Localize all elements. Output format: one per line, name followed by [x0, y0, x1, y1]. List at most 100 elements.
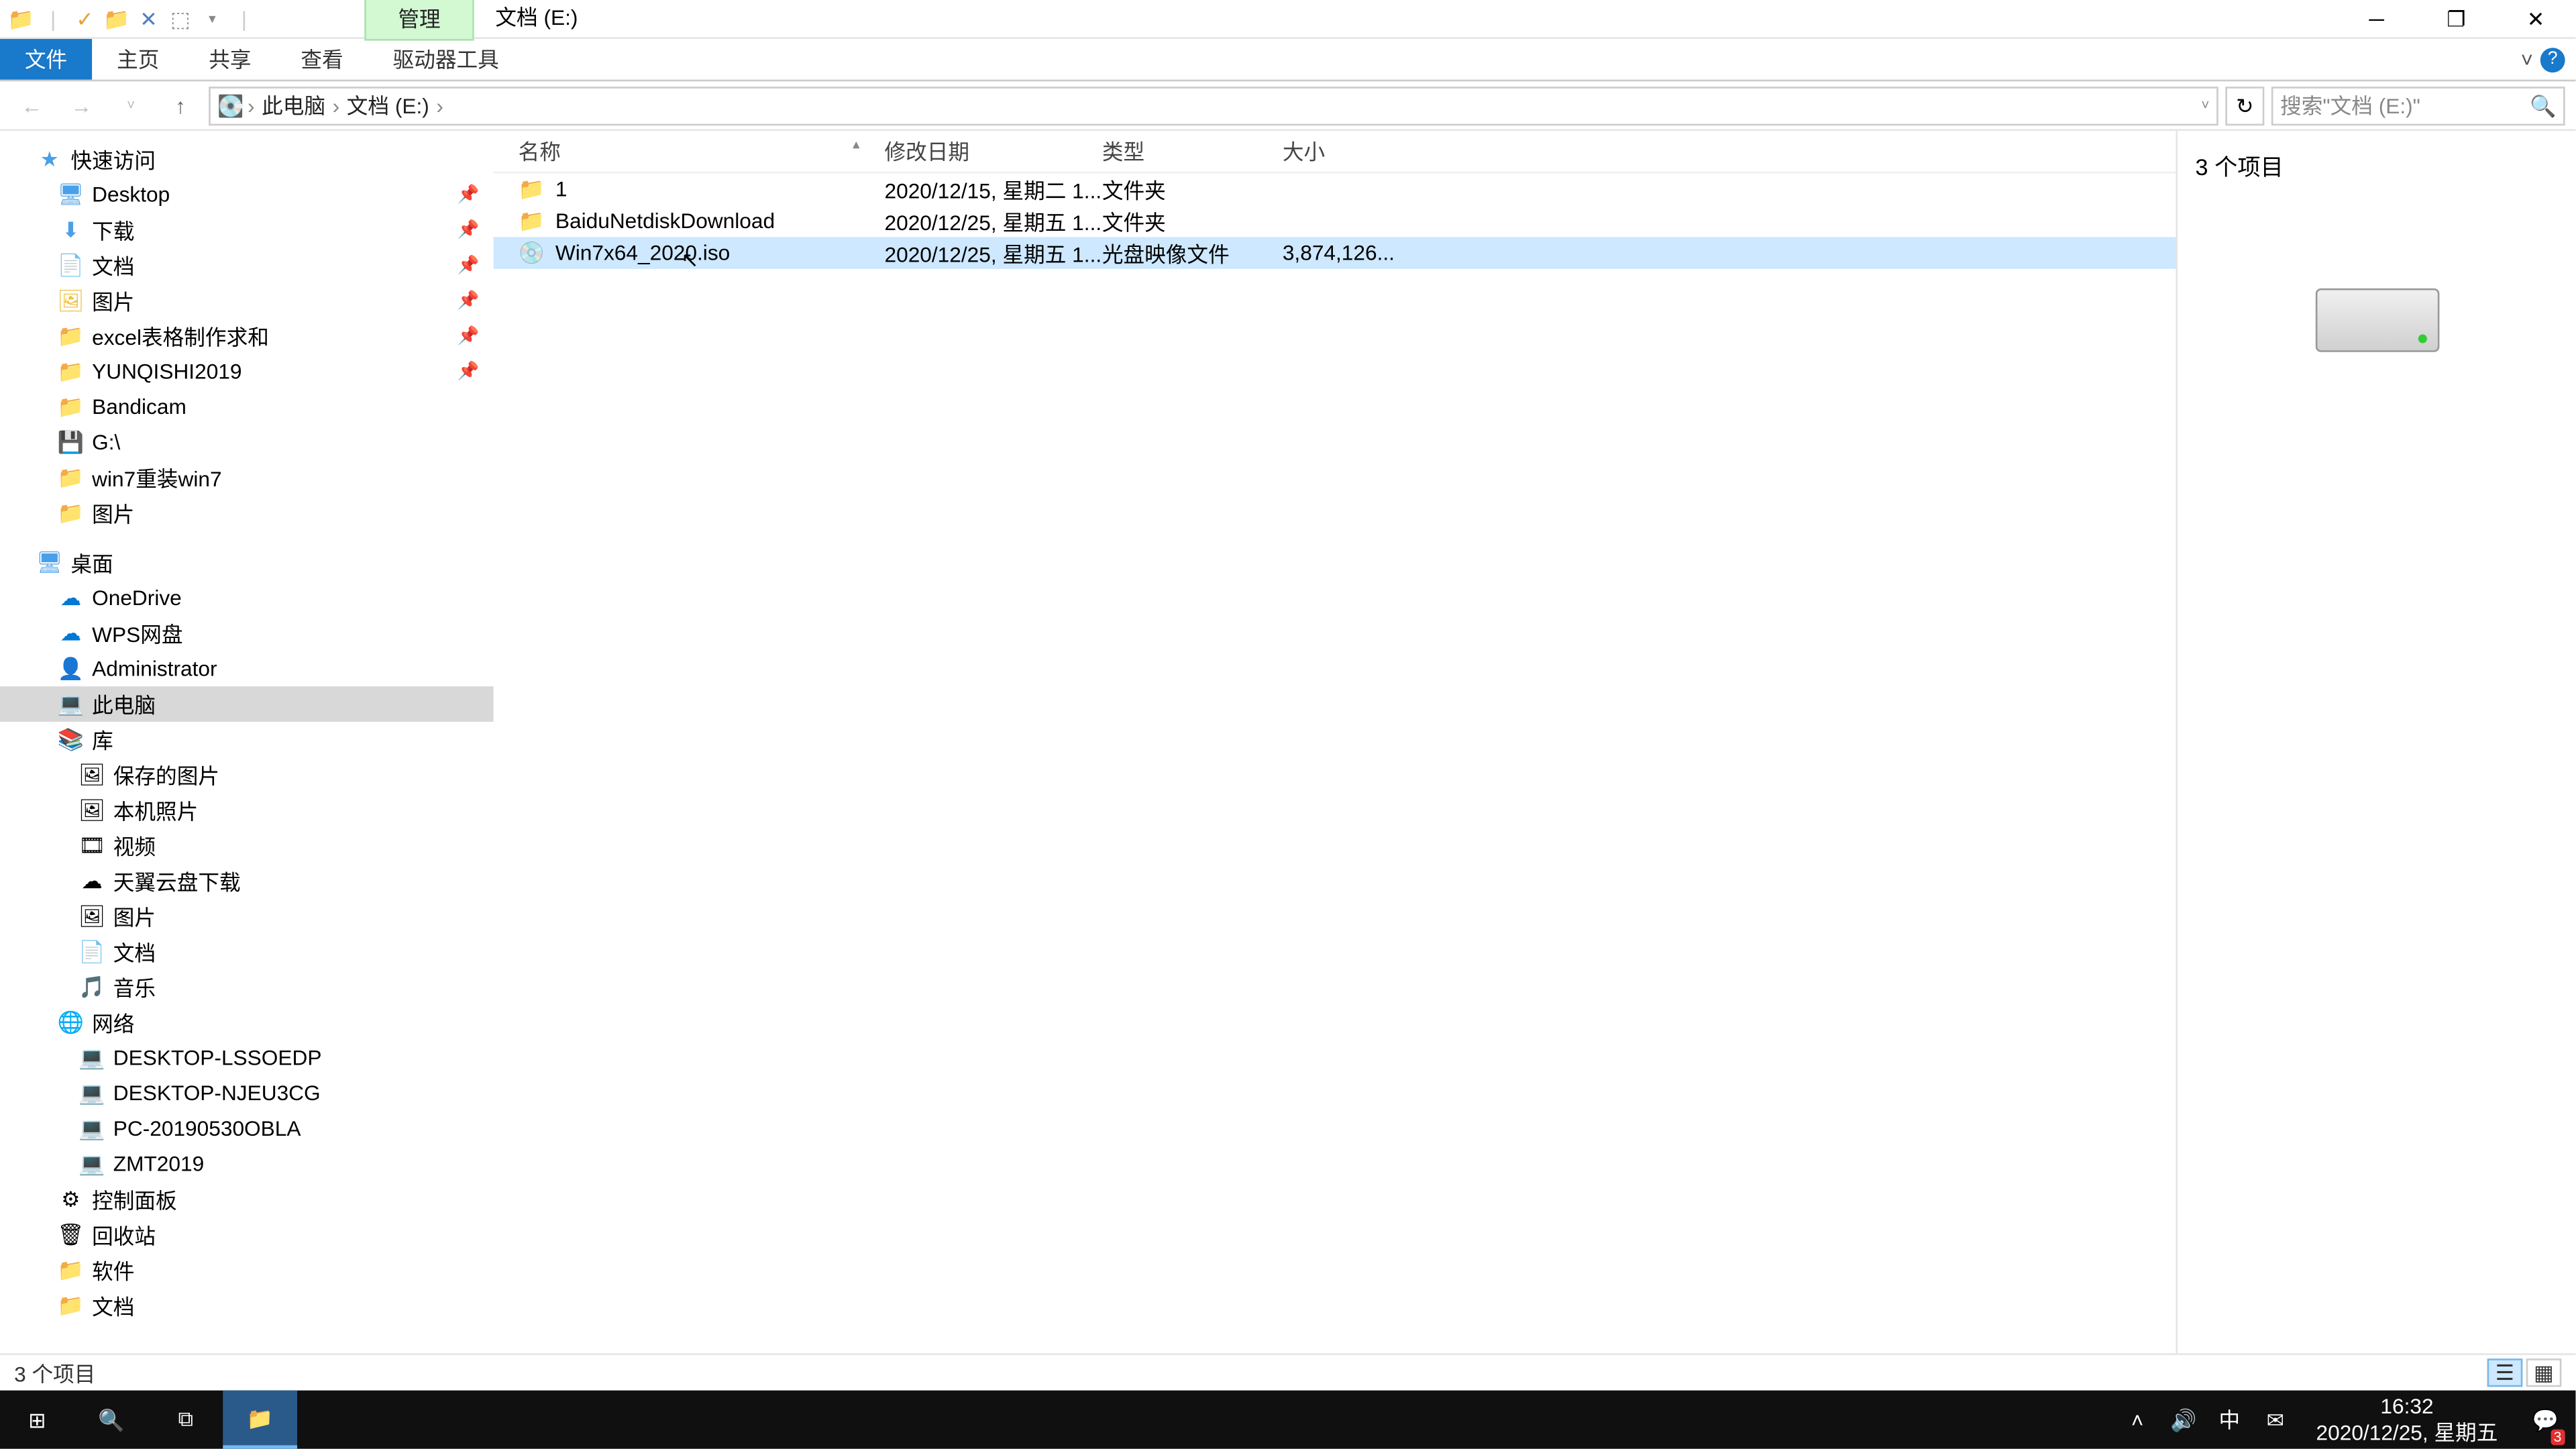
search-button[interactable]: 🔍	[74, 1391, 149, 1449]
tree-drive-g[interactable]: 💾G:\	[0, 425, 494, 460]
tray-app-icon[interactable]: ✉	[2259, 1407, 2291, 1432]
view-large-icons-button[interactable]: ▦	[2526, 1358, 2562, 1387]
tree-lib-item[interactable]: 🎵音乐	[0, 969, 494, 1005]
volume-icon[interactable]: 🔊	[2167, 1407, 2199, 1432]
tree-libraries[interactable]: 📚库	[0, 722, 494, 757]
ime-indicator[interactable]: 中	[2214, 1405, 2245, 1435]
tree-lib-item[interactable]: 🖼本机照片	[0, 792, 494, 828]
folder-icon: 📁	[56, 392, 85, 421]
ribbon-tab-drive-tools[interactable]: 驱动器工具	[368, 39, 524, 80]
tree-folder[interactable]: 📁图片	[0, 495, 494, 531]
ribbon-tab-share[interactable]: 共享	[184, 39, 276, 80]
file-size: 3,874,126...	[1283, 241, 1392, 266]
breadcrumb-location[interactable]: 文档 (E:)	[343, 90, 433, 120]
tree-lib-item[interactable]: 📄文档	[0, 934, 494, 969]
pin-icon: 📌	[458, 291, 480, 311]
tree-lib-item[interactable]: 🖼图片	[0, 899, 494, 934]
pc-icon: 💻	[78, 1114, 106, 1142]
nav-up-button[interactable]: ↑	[159, 84, 201, 126]
view-details-button[interactable]: ☰	[2487, 1358, 2523, 1387]
column-header-name[interactable]: 名称▴	[494, 136, 885, 166]
search-icon[interactable]: 🔍	[2530, 93, 2556, 117]
library-icon: 📚	[56, 725, 85, 753]
nav-back-button[interactable]: ←	[11, 84, 53, 126]
tree-network-pc[interactable]: 💻DESKTOP-NJEU3CG	[0, 1075, 494, 1111]
breadcrumb-this-pc[interactable]: 此电脑	[258, 90, 329, 120]
ribbon-context-tab-manage[interactable]: 管理	[364, 0, 474, 41]
file-rows[interactable]: 📁1 2020/12/15, 星期二 1... 文件夹 📁BaiduNetdis…	[494, 173, 2176, 1353]
breadcrumb-sep-icon[interactable]: ›	[248, 93, 255, 117]
tree-folder[interactable]: 📁文档	[0, 1288, 494, 1324]
tree-label: 文档	[92, 1291, 134, 1321]
sort-asc-icon: ▴	[853, 136, 860, 152]
breadcrumb-sep-icon[interactable]: ›	[436, 93, 443, 117]
folder-icon: 📁	[56, 1256, 85, 1284]
refresh-button[interactable]: ↻	[2225, 86, 2264, 125]
help-icon[interactable]: ?	[2540, 47, 2565, 72]
tree-downloads[interactable]: ⬇下载📌	[0, 212, 494, 248]
tree-network-pc[interactable]: 💻PC-20190530OBLA	[0, 1111, 494, 1146]
tree-pictures[interactable]: 🖼图片📌	[0, 283, 494, 319]
qat-dropdown-icon[interactable]: ▾	[198, 5, 226, 33]
tree-lib-item[interactable]: 🖼保存的图片	[0, 757, 494, 793]
tree-folder[interactable]: 📁软件	[0, 1252, 494, 1288]
tree-label: ZMT2019	[113, 1152, 204, 1177]
star-icon: ★	[36, 145, 64, 173]
breadcrumb-sep-icon[interactable]: ›	[333, 93, 340, 117]
tree-folder[interactable]: 📁excel表格制作求和📌	[0, 319, 494, 354]
pin-icon: 📌	[458, 362, 480, 381]
column-header-size[interactable]: 大小	[1283, 136, 1392, 166]
ribbon: 文件 主页 共享 查看 驱动器工具 ˅ ?	[0, 39, 2575, 81]
picture-icon: 🖼	[78, 902, 106, 930]
tree-this-pc[interactable]: 💻此电脑	[0, 686, 494, 722]
task-view-button[interactable]: ⧉	[149, 1391, 223, 1449]
tree-folder[interactable]: 📁YUNQISHI2019📌	[0, 354, 494, 389]
qat-delete-icon[interactable]: ✕	[134, 5, 162, 33]
address-dropdown-icon[interactable]: ˅	[2201, 97, 2209, 113]
file-row[interactable]: 📁BaiduNetdiskDownload 2020/12/25, 星期五 1.…	[494, 205, 2176, 237]
action-center-button[interactable]: 💬 3	[2522, 1391, 2569, 1449]
tree-control-panel[interactable]: ⚙控制面板	[0, 1182, 494, 1218]
ribbon-expand-icon[interactable]: ˅	[2521, 47, 2534, 72]
tree-network-pc[interactable]: 💻DESKTOP-LSSOEDP	[0, 1040, 494, 1076]
qat-new-folder-icon[interactable]: 📁	[103, 5, 131, 33]
ribbon-tab-file[interactable]: 文件	[0, 39, 92, 80]
column-header-date[interactable]: 修改日期	[885, 136, 1102, 166]
tree-wps[interactable]: ☁WPS网盘	[0, 616, 494, 651]
navigation-pane[interactable]: ★ 快速访问 🖥Desktop📌 ⬇下载📌 📄文档📌 🖼图片📌 📁excel表格…	[0, 131, 494, 1353]
tree-recycle-bin[interactable]: 🗑回收站	[0, 1217, 494, 1252]
tree-documents[interactable]: 📄文档📌	[0, 248, 494, 283]
column-header-type[interactable]: 类型	[1102, 136, 1283, 166]
taskbar-clock[interactable]: 16:32 2020/12/25, 星期五	[2306, 1394, 2509, 1445]
close-button[interactable]: ✕	[2496, 0, 2576, 38]
file-row[interactable]: 💿Win7x64_2020.iso 2020/12/25, 星期五 1... 光…	[494, 237, 2176, 268]
ribbon-tab-view[interactable]: 查看	[276, 39, 368, 80]
ribbon-tab-home[interactable]: 主页	[92, 39, 184, 80]
minimize-button[interactable]: ─	[2337, 0, 2416, 38]
file-row[interactable]: 📁1 2020/12/15, 星期二 1... 文件夹	[494, 173, 2176, 205]
nav-forward-button[interactable]: →	[60, 84, 103, 126]
tree-network[interactable]: 🌐网络	[0, 1005, 494, 1040]
tree-onedrive[interactable]: ☁OneDrive	[0, 580, 494, 616]
nav-recent-dropdown[interactable]: ˅	[109, 84, 152, 126]
address-row: ← → ˅ ↑ 💽 › 此电脑 › 文档 (E:) › ˅ ↻ 搜索"文档 (E…	[0, 81, 2575, 131]
tree-lib-item[interactable]: 🎞视频	[0, 828, 494, 863]
tree-folder[interactable]: 📁Bandicam	[0, 389, 494, 425]
search-input[interactable]: 搜索"文档 (E:)" 🔍	[2271, 86, 2565, 125]
pin-icon: 📌	[458, 327, 480, 346]
address-bar[interactable]: 💽 › 此电脑 › 文档 (E:) › ˅	[209, 86, 2218, 125]
tree-administrator[interactable]: 👤Administrator	[0, 651, 494, 686]
tree-network-pc[interactable]: 💻ZMT2019	[0, 1146, 494, 1182]
file-name: Win7x64_2020.iso	[555, 241, 730, 266]
start-button[interactable]: ⊞	[0, 1391, 74, 1449]
taskbar-explorer[interactable]: 📁	[223, 1391, 297, 1449]
tray-overflow-icon[interactable]: ˄	[2121, 1407, 2153, 1432]
tree-lib-item[interactable]: ☁天翼云盘下载	[0, 863, 494, 899]
maximize-button[interactable]: ❐	[2416, 0, 2496, 38]
tree-quick-access[interactable]: ★ 快速访问	[0, 142, 494, 177]
tree-desktop[interactable]: 🖥Desktop📌	[0, 177, 494, 213]
qat-properties-icon[interactable]: ✓	[70, 5, 99, 33]
qat-rename-icon[interactable]: ⬚	[166, 5, 195, 33]
tree-folder[interactable]: 📁win7重装win7	[0, 460, 494, 496]
tree-desktop-root[interactable]: 🖥桌面	[0, 545, 494, 580]
